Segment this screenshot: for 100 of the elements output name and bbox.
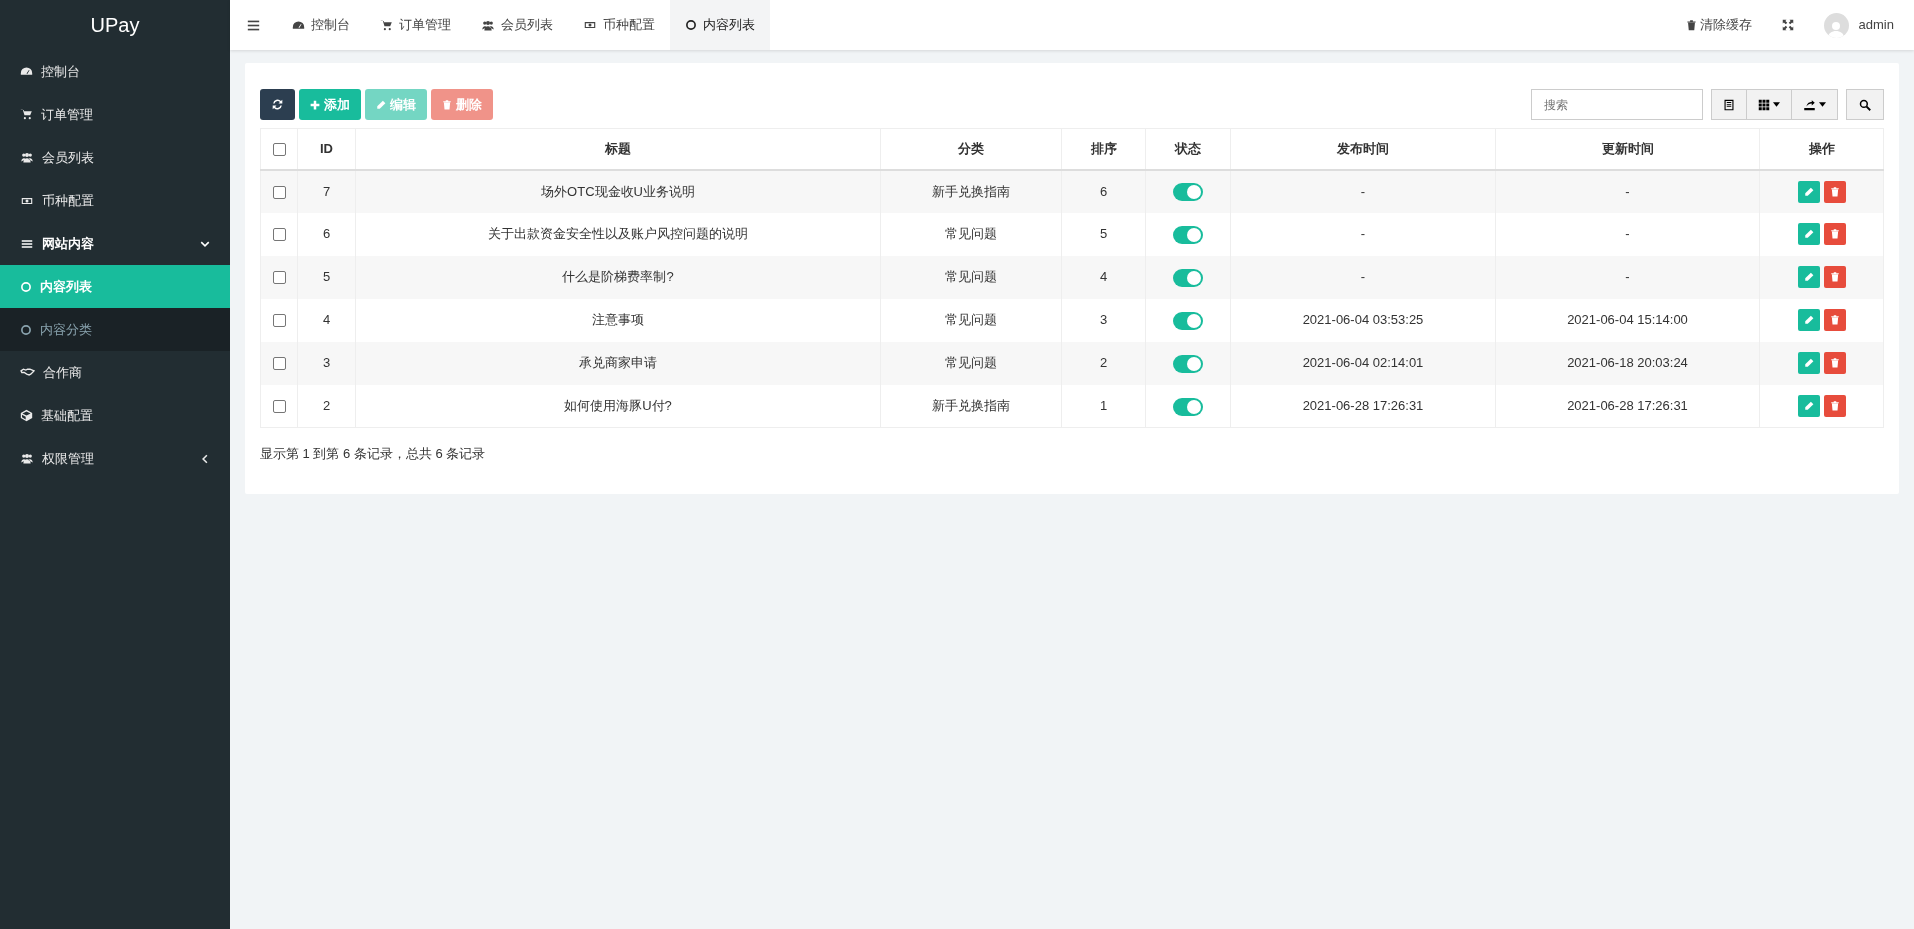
status-toggle[interactable] bbox=[1173, 354, 1203, 373]
table-cell: 5 bbox=[322, 269, 331, 285]
sidebar-subitem[interactable]: 内容分类 bbox=[0, 308, 230, 351]
column-header: 操作 bbox=[1808, 141, 1835, 156]
edit-row-button[interactable] bbox=[1797, 223, 1820, 245]
table-cell: 如何使用海豚U付? bbox=[564, 398, 672, 413]
row-checkbox[interactable] bbox=[272, 271, 286, 285]
columns-button[interactable] bbox=[1747, 89, 1792, 120]
edit-row-button[interactable] bbox=[1797, 180, 1820, 203]
table-cell: 场外OTC现金收U业务说明 bbox=[541, 183, 695, 199]
sidebar-item[interactable]: 权限管理 bbox=[0, 437, 230, 480]
sidebar-item[interactable]: 合作商 bbox=[0, 351, 230, 394]
sidebar-item[interactable]: 基础配置 bbox=[0, 394, 230, 437]
row-checkbox[interactable] bbox=[272, 228, 286, 242]
trash-icon bbox=[1829, 400, 1840, 411]
menu-icon bbox=[247, 18, 260, 32]
table-cell: - bbox=[1360, 226, 1366, 242]
nav-tab[interactable]: 内容列表 bbox=[670, 0, 770, 50]
status-toggle[interactable] bbox=[1173, 397, 1203, 416]
delete-row-button[interactable] bbox=[1823, 352, 1846, 374]
status-toggle[interactable] bbox=[1173, 311, 1203, 330]
column-header: 更新时间 bbox=[1601, 141, 1654, 156]
nav-tab[interactable]: 会员列表 bbox=[466, 0, 568, 50]
caret-icon bbox=[1773, 102, 1780, 107]
user-name[interactable]: admin bbox=[1858, 15, 1894, 35]
table-cell: 新手兑换指南 bbox=[932, 398, 1010, 413]
table-cell: - bbox=[1625, 183, 1630, 199]
brand-logo[interactable]: UPay bbox=[0, 0, 230, 50]
nav-tab[interactable]: 币种配置 bbox=[568, 0, 670, 50]
cart-icon bbox=[380, 18, 393, 32]
circle-icon bbox=[20, 323, 32, 336]
trash-icon bbox=[1829, 315, 1840, 325]
delete-row-button[interactable] bbox=[1823, 223, 1846, 245]
table-cell: 6 bbox=[1099, 183, 1108, 199]
trash-icon bbox=[1829, 272, 1840, 282]
column-header: 发布时间 bbox=[1337, 141, 1389, 156]
trash-icon bbox=[1829, 358, 1840, 368]
row-checkbox[interactable] bbox=[272, 357, 286, 371]
table-cell: 2021-06-04 02:14:01 bbox=[1302, 355, 1424, 371]
pagination-info: 显示第 1 到第 6 条记录，总共 6 条记录 bbox=[260, 446, 486, 461]
status-toggle[interactable] bbox=[1173, 268, 1203, 287]
search-icon bbox=[1859, 98, 1871, 111]
nav-tab[interactable]: 订单管理 bbox=[365, 0, 466, 50]
pencil-icon bbox=[376, 99, 386, 110]
gauge-icon bbox=[292, 18, 305, 32]
table-cell: 4 bbox=[322, 312, 331, 328]
sidebar-item[interactable]: 币种配置 bbox=[0, 179, 230, 222]
column-header: 分类 bbox=[958, 141, 984, 156]
table-cell: 常见问题 bbox=[945, 312, 997, 328]
table-cell: 常见问题 bbox=[945, 269, 997, 285]
delete-row-button[interactable] bbox=[1823, 394, 1846, 417]
trash-icon bbox=[1685, 19, 1697, 31]
row-checkbox[interactable] bbox=[272, 185, 286, 199]
search-button[interactable] bbox=[1846, 89, 1884, 120]
delete-row-button[interactable] bbox=[1823, 309, 1846, 331]
cart-icon bbox=[20, 108, 33, 121]
row-checkbox[interactable] bbox=[272, 400, 286, 414]
grid-icon bbox=[1758, 98, 1770, 111]
table-cell: 关于出款资金安全性以及账户风控问题的说明 bbox=[488, 226, 748, 242]
sidebar-item[interactable]: 会员列表 bbox=[0, 136, 230, 179]
table-cell: 3 bbox=[1099, 312, 1108, 328]
nav-tab[interactable]: 控制台 bbox=[277, 0, 365, 50]
table-cell: 3 bbox=[322, 355, 331, 371]
caret-icon bbox=[1819, 102, 1826, 107]
banknote-icon bbox=[583, 19, 597, 31]
edit-row-button[interactable] bbox=[1797, 352, 1820, 374]
column-header: 状态 bbox=[1175, 141, 1201, 156]
pencil-icon bbox=[1803, 272, 1814, 282]
export-button[interactable] bbox=[1792, 89, 1838, 120]
sidebar-item[interactable]: 订单管理 bbox=[0, 93, 230, 136]
users-icon bbox=[20, 452, 34, 465]
table-cell: 什么是阶梯费率制? bbox=[562, 269, 674, 285]
status-toggle[interactable] bbox=[1173, 183, 1203, 202]
select-all-checkbox[interactable] bbox=[272, 143, 286, 157]
refresh-icon bbox=[272, 99, 283, 110]
table-cell: 2 bbox=[1099, 355, 1108, 371]
trash-icon bbox=[1829, 229, 1840, 239]
delete-row-button[interactable] bbox=[1823, 266, 1846, 288]
clear-cache-link[interactable]: 清除缓存 bbox=[1670, 0, 1767, 50]
table-cell: 4 bbox=[1099, 269, 1108, 285]
refresh-button[interactable] bbox=[260, 89, 295, 120]
toggle-view-button[interactable] bbox=[1711, 89, 1747, 120]
edit-row-button[interactable] bbox=[1797, 266, 1820, 288]
edit-row-button[interactable] bbox=[1797, 394, 1820, 417]
edit-row-button[interactable] bbox=[1797, 309, 1820, 331]
table-cell: - bbox=[1625, 269, 1630, 285]
table-cell: 注意事项 bbox=[592, 312, 644, 328]
table-cell: 6 bbox=[322, 226, 331, 242]
delete-row-button[interactable] bbox=[1823, 180, 1846, 203]
cube-icon bbox=[20, 409, 33, 422]
table-cell: 2021-06-28 17:26:31 bbox=[1567, 398, 1688, 413]
pencil-icon bbox=[1803, 186, 1814, 197]
table-cell: - bbox=[1625, 226, 1630, 242]
column-header: 标题 bbox=[605, 141, 631, 156]
sidebar-item[interactable]: 网站内容 bbox=[0, 222, 230, 265]
table-cell: 2021-06-04 15:14:00 bbox=[1567, 312, 1688, 328]
search-field[interactable]: 搜索 bbox=[1531, 89, 1703, 120]
sidebar-item[interactable]: 控制台 bbox=[0, 50, 230, 93]
row-checkbox[interactable] bbox=[272, 314, 286, 328]
status-toggle[interactable] bbox=[1173, 225, 1203, 244]
